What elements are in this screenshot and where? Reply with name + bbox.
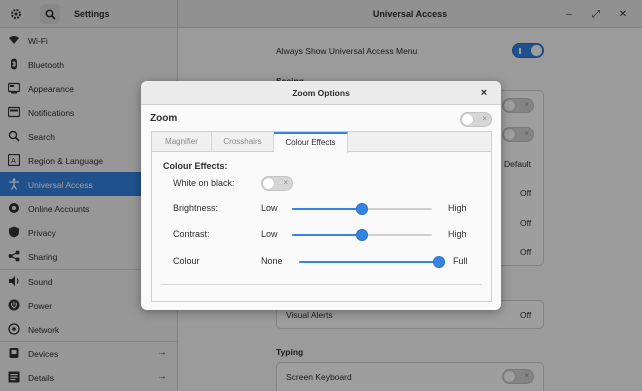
contrast-max-label: High bbox=[448, 229, 467, 239]
pane-bottom-divider bbox=[161, 284, 482, 285]
white-on-black-label: White on black: bbox=[173, 178, 235, 188]
colour-effects-heading: Colour Effects: bbox=[163, 161, 228, 171]
slider-handle[interactable] bbox=[433, 256, 445, 268]
zoom-label: Zoom bbox=[150, 113, 178, 124]
colour-label: Colour bbox=[173, 256, 200, 266]
zoom-options-dialog: Zoom Options × Zoom × Magnifier Crosshai… bbox=[141, 81, 501, 310]
tab-bar: Magnifier Crosshairs Colour Effects bbox=[152, 132, 491, 153]
zoom-switch[interactable]: × bbox=[460, 112, 492, 127]
tab-crosshairs[interactable]: Crosshairs bbox=[212, 132, 274, 152]
zoom-notebook: Magnifier Crosshairs Colour Effects Colo… bbox=[151, 131, 492, 302]
slider-handle[interactable] bbox=[356, 203, 368, 215]
contrast-label: Contrast: bbox=[173, 229, 210, 239]
dialog-header: Zoom Options × bbox=[141, 81, 501, 105]
close-icon[interactable]: × bbox=[477, 86, 491, 100]
colour-effects-pane: Colour Effects: White on black: × Bright… bbox=[152, 153, 491, 301]
brightness-max-label: High bbox=[448, 203, 467, 213]
colour-min-label: None bbox=[261, 256, 283, 266]
slider-handle[interactable] bbox=[356, 229, 368, 241]
contrast-min-label: Low bbox=[261, 229, 278, 239]
dialog-title: Zoom Options bbox=[292, 88, 350, 98]
white-on-black-switch[interactable]: × bbox=[261, 176, 293, 191]
brightness-slider[interactable] bbox=[292, 203, 432, 215]
brightness-min-label: Low bbox=[261, 203, 278, 213]
tab-colour-effects[interactable]: Colour Effects bbox=[274, 132, 348, 153]
colour-max-label: Full bbox=[453, 256, 468, 266]
contrast-slider[interactable] bbox=[292, 229, 432, 241]
colour-saturation-slider[interactable] bbox=[299, 256, 445, 268]
brightness-label: Brightness: bbox=[173, 203, 219, 213]
tab-magnifier[interactable]: Magnifier bbox=[152, 132, 212, 152]
